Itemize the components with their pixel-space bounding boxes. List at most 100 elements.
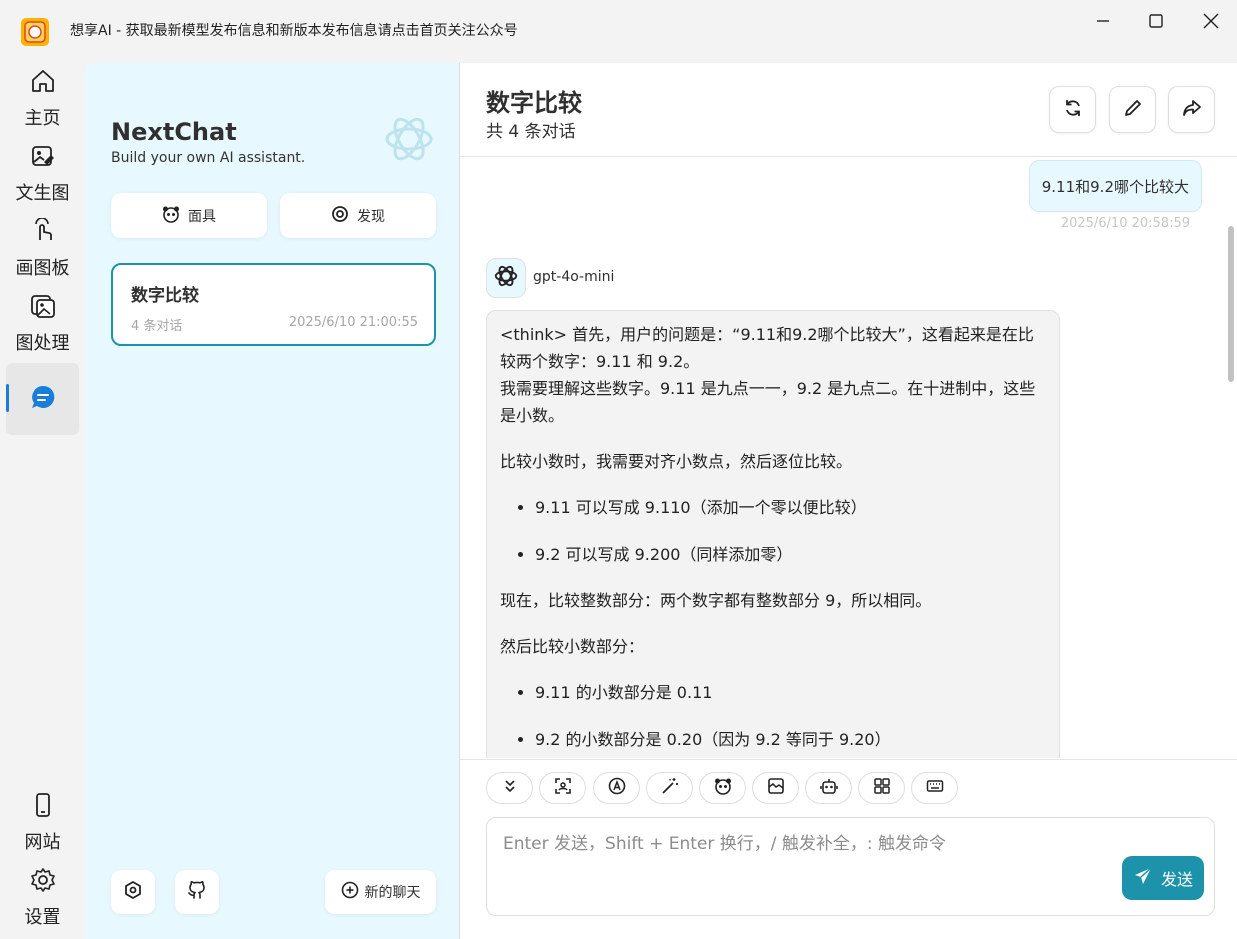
break-icon bbox=[767, 777, 785, 799]
bot-avatar bbox=[486, 258, 526, 298]
list-item: 9.11 的小数部分是 0.11 bbox=[535, 679, 1046, 706]
window-title: 想享AI - 获取最新模型发布信息和新版本发布信息请点击首页关注公众号 bbox=[70, 23, 518, 39]
chat-item-date: 2025/6/10 21:00:55 bbox=[288, 315, 418, 330]
auto-theme-icon bbox=[608, 777, 626, 799]
new-chat-button[interactable]: 新的聊天 bbox=[325, 870, 436, 914]
image-edit-icon bbox=[30, 143, 56, 173]
user-message: 9.11和9.2哪个比较大 bbox=[1028, 160, 1202, 212]
chat-title: 数字比较 bbox=[486, 89, 582, 117]
github-icon bbox=[187, 880, 207, 904]
nav-item-label: 画图板 bbox=[15, 258, 70, 279]
minimize-button[interactable] bbox=[1088, 8, 1118, 34]
github-button[interactable] bbox=[175, 870, 219, 914]
openai-logo-icon bbox=[493, 263, 519, 293]
clear-context-button[interactable] bbox=[752, 772, 799, 804]
robot-icon bbox=[819, 777, 838, 799]
list-item: 9.11 可以写成 9.110（添加一个零以便比较） bbox=[535, 494, 1046, 521]
scroll-to-bottom-button[interactable] bbox=[486, 772, 533, 804]
chevrons-down-icon bbox=[502, 778, 518, 798]
nav-item-label: 文生图 bbox=[15, 183, 70, 204]
share-button[interactable] bbox=[1168, 86, 1215, 133]
nav-item-settings[interactable]: 设置 bbox=[6, 862, 79, 934]
message-list: 9.11和9.2哪个比较大 2025/6/10 20:58:59 gpt-4o-… bbox=[460, 158, 1237, 758]
left-nav: 主页 文生图 画图板 图处理 网站 设置 bbox=[0, 63, 85, 939]
message-paragraph: 我需要理解这些数字。9.11 是九点一一，9.2 是九点二。在十进制中，这些是小… bbox=[500, 379, 1036, 425]
refresh-icon bbox=[1063, 98, 1083, 122]
nav-item-image-processing[interactable]: 图处理 bbox=[6, 288, 79, 360]
chat-input-box: 发送 bbox=[486, 817, 1215, 916]
chat-icon bbox=[29, 383, 57, 415]
new-chat-label: 新的聊天 bbox=[364, 885, 421, 901]
message-paragraph: 现在，比较整数部分：两个数字都有整数部分 9，所以相同。 bbox=[500, 591, 932, 610]
images-icon bbox=[30, 293, 56, 323]
plus-circle-icon bbox=[341, 881, 359, 903]
chat-list-item[interactable]: 数字比较 4 条对话 2025/6/10 21:00:55 bbox=[111, 263, 436, 346]
list-item: 9.2 的小数部分是 0.20（因为 9.2 等同于 9.20） bbox=[535, 726, 1046, 753]
compass-icon bbox=[331, 205, 349, 227]
hand-pointer-icon bbox=[30, 217, 56, 248]
message-paragraph: <think> 首先，用户的问题是：“9.11和9.2哪个比较大”，这看起来是在… bbox=[500, 325, 1034, 371]
list-item: 9.2 可以写成 9.200（同样添加零） bbox=[535, 541, 1046, 568]
model-select-button[interactable] bbox=[805, 772, 852, 804]
mask-button[interactable]: 面具 bbox=[111, 193, 267, 238]
chat-main: 数字比较 共 4 条对话 9.11和9.2哪个比较大 2025/6/10 20:… bbox=[460, 63, 1237, 939]
chat-item-count: 4 条对话 bbox=[131, 319, 183, 334]
plugin-button[interactable] bbox=[858, 772, 905, 804]
keyboard-icon bbox=[926, 777, 944, 799]
nav-item-label: 网站 bbox=[24, 832, 61, 853]
gear-icon bbox=[30, 867, 56, 897]
chat-sidebar: NextChat Build your own AI assistant. 面具… bbox=[85, 63, 460, 939]
message-list-block: 9.11 的小数部分是 0.11 9.2 的小数部分是 0.20（因为 9.2 … bbox=[500, 679, 1046, 753]
mobile-icon bbox=[30, 792, 56, 822]
edit-button[interactable] bbox=[1109, 86, 1156, 133]
scrollbar-thumb[interactable] bbox=[1228, 226, 1234, 382]
panda-icon bbox=[162, 205, 180, 227]
scan-icon bbox=[554, 777, 572, 799]
brand-title: NextChat bbox=[111, 118, 237, 146]
nav-item-home[interactable]: 主页 bbox=[6, 63, 79, 135]
close-button[interactable] bbox=[1196, 8, 1226, 34]
mask-tool-button[interactable] bbox=[699, 772, 746, 804]
chat-input[interactable] bbox=[503, 830, 1103, 858]
mask-button-label: 面具 bbox=[188, 208, 216, 225]
discover-button[interactable]: 发现 bbox=[280, 193, 436, 238]
nav-item-website[interactable]: 网站 bbox=[6, 787, 79, 859]
nav-item-label: 主页 bbox=[24, 108, 61, 129]
send-icon bbox=[1133, 866, 1153, 890]
maximize-button[interactable] bbox=[1141, 8, 1171, 34]
shortcut-button[interactable] bbox=[911, 772, 958, 804]
refresh-button[interactable] bbox=[1049, 86, 1096, 133]
home-icon bbox=[30, 68, 56, 98]
bot-message: <think> 首先，用户的问题是：“9.11和9.2哪个比较大”，这看起来是在… bbox=[486, 310, 1060, 758]
message-list-block: 9.11 可以写成 9.110（添加一个零以便比较） 9.2 可以写成 9.20… bbox=[500, 494, 1046, 568]
share-icon bbox=[1182, 98, 1202, 122]
message-paragraph: 比较小数时，我需要对齐小数点，然后逐位比较。 bbox=[500, 452, 853, 471]
message-timestamp: 2025/6/10 20:58:59 bbox=[1060, 216, 1190, 231]
nav-item-text-to-image[interactable]: 文生图 bbox=[6, 138, 79, 210]
message-paragraph: 然后比较小数部分： bbox=[500, 637, 645, 656]
grid-icon bbox=[873, 777, 891, 799]
nav-item-label: 设置 bbox=[24, 907, 61, 928]
brand-subtitle: Build your own AI assistant. bbox=[111, 150, 306, 166]
nav-item-drawing-board[interactable]: 画图板 bbox=[6, 213, 79, 285]
discover-button-label: 发现 bbox=[357, 208, 385, 225]
pencil-icon bbox=[1123, 98, 1143, 122]
magic-wand-icon bbox=[661, 777, 679, 799]
app-logo-icon bbox=[20, 17, 50, 47]
bot-model-name: gpt-4o-mini bbox=[533, 269, 615, 285]
chat-header: 数字比较 共 4 条对话 bbox=[460, 63, 1237, 157]
hexagon-settings-icon bbox=[123, 880, 143, 904]
nav-item-label: 图处理 bbox=[15, 333, 70, 354]
settings-hex-button[interactable] bbox=[111, 870, 155, 914]
active-indicator bbox=[6, 384, 9, 412]
screenshot-button[interactable] bbox=[539, 772, 586, 804]
prompt-button[interactable] bbox=[646, 772, 693, 804]
panda-icon bbox=[714, 777, 732, 799]
chat-subtitle: 共 4 条对话 bbox=[486, 122, 576, 142]
nav-item-chat[interactable] bbox=[6, 363, 79, 435]
send-button[interactable]: 发送 bbox=[1122, 856, 1204, 900]
theme-button[interactable] bbox=[593, 772, 640, 804]
chat-item-title: 数字比较 bbox=[131, 286, 199, 306]
send-button-label: 发送 bbox=[1160, 870, 1193, 889]
title-bar: 想享AI - 获取最新模型发布信息和新版本发布信息请点击首页关注公众号 bbox=[0, 0, 1237, 63]
